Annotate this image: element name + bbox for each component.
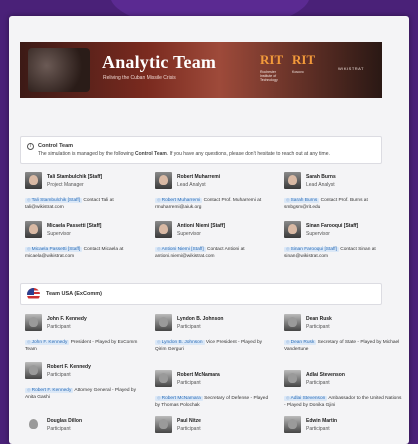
member-role: Participant — [177, 324, 201, 330]
member-description: Robert Muharremi Contact Prof. Muharremi… — [155, 196, 273, 211]
team-usa-card: Team USA (ExComm) — [20, 283, 382, 305]
avatar — [155, 314, 172, 331]
member-tag-link[interactable]: Robert McNamara — [155, 396, 203, 401]
member-tag-link[interactable]: John F. Kennedy — [25, 340, 70, 345]
avatar — [155, 172, 172, 189]
avatar — [155, 221, 172, 238]
member-description: Robert McNamara Secretary of Defense - P… — [155, 394, 273, 409]
member-name: Douglas Dillon — [47, 418, 82, 424]
avatar — [284, 416, 301, 433]
member-description: Sinan Farooqui [Staff] Contact Sinan at … — [284, 245, 402, 260]
member-description: Micaela Passetti [Staff] Contact Micaela… — [25, 245, 143, 260]
wikistrat-logo: WIKISTRAT — [338, 66, 364, 71]
us-flag-icon — [27, 288, 40, 301]
member-role: Lead Analyst — [306, 182, 335, 188]
control-team-title: Control Team — [38, 143, 74, 149]
member-role: Participant — [306, 324, 330, 330]
rit-kosovo-logo: RIT — [292, 52, 316, 67]
member-name: Sinan Farooqui [Staff] — [306, 223, 359, 229]
member-description: Sarah Burns Contact Prof. Burns at smbgs… — [284, 196, 402, 211]
member-tag-link[interactable]: Dean Rusk — [284, 340, 317, 345]
member-tag-link[interactable]: Robert F. Kennedy — [25, 388, 74, 393]
member-name: Paul Nitze — [177, 418, 201, 424]
banner-title: Analytic Team — [102, 52, 217, 72]
member-name: Adlai Stevenson — [306, 372, 345, 378]
avatar — [284, 221, 301, 238]
member-tag-link[interactable]: Sarah Burns — [284, 198, 320, 203]
team-banner: Analytic Team Reliving the Cuban Missile… — [20, 42, 382, 98]
rit-kosovo-caption: Kosovo — [292, 70, 304, 74]
avatar — [155, 416, 172, 433]
member-description: John F. Kennedy President - Played by Ex… — [25, 338, 143, 353]
avatar — [284, 172, 301, 189]
team-usa-title: Team USA (ExComm) — [46, 291, 102, 297]
avatar — [25, 314, 42, 331]
member-tag-link[interactable]: Robert Muharremi — [155, 198, 203, 203]
member-name: Sarah Burns — [306, 174, 336, 180]
avatar — [25, 362, 42, 379]
member-description: Lyndon B. Johnson Vice President - Playe… — [155, 338, 273, 353]
rit-logo: RIT — [260, 52, 284, 67]
member-tag-link[interactable]: Antioni Niemi [Staff] — [155, 247, 206, 252]
avatar — [25, 416, 42, 433]
member-role: Participant — [306, 380, 330, 386]
avatar — [25, 221, 42, 238]
member-role: Participant — [177, 380, 201, 386]
rit-logo-caption: Rochester Institute of Technology — [260, 70, 278, 82]
member-tag-link[interactable]: Micaela Passetti [Staff] — [25, 247, 83, 252]
member-role: Participant — [47, 426, 71, 432]
member-name: Robert McNamara — [177, 372, 220, 378]
page: Analytic Team Reliving the Cuban Missile… — [9, 16, 409, 444]
member-name: Lyndon B. Johnson — [177, 316, 224, 322]
member-name: Tali Stambulchik [Staff] — [47, 174, 103, 180]
member-name: Robert Muharremi — [177, 174, 221, 180]
member-role: Lead Analyst — [177, 182, 206, 188]
member-name: Robert F. Kennedy — [47, 364, 91, 370]
avatar — [284, 314, 301, 331]
member-tag-link[interactable]: Tali Stambulchik [Staff] — [25, 198, 83, 203]
member-description: Tali Stambulchik [Staff] Contact Tali at… — [25, 196, 143, 211]
member-role: Project Manager — [47, 182, 84, 188]
control-team-card: i Control Team The simulation is managed… — [20, 136, 382, 164]
member-name: Micaela Passetti [Staff] — [47, 223, 102, 229]
control-team-description: The simulation is managed by the followi… — [38, 151, 330, 157]
member-tag-link[interactable]: Sinan Farooqui [Staff] — [284, 247, 339, 252]
member-name: Dean Rusk — [306, 316, 332, 322]
member-role: Participant — [47, 324, 71, 330]
avatar — [284, 370, 301, 387]
member-role: Supervisor — [177, 231, 201, 237]
info-icon: i — [27, 143, 34, 150]
member-description: Antioni Niemi [Staff] Contact Antioni at… — [155, 245, 273, 260]
avatar — [25, 172, 42, 189]
banner-photo — [28, 48, 90, 92]
avatar — [155, 370, 172, 387]
member-tag-link[interactable]: Lyndon B. Johnson — [155, 340, 205, 345]
banner-subtitle: Reliving the Cuban Missile Crisis — [103, 75, 176, 81]
member-description: Adlai Stevenson Ambassador to the United… — [284, 394, 402, 409]
member-tag-link[interactable]: Adlai Stevenson — [284, 396, 328, 401]
member-name: Antioni Niemi [Staff] — [177, 223, 226, 229]
member-name: John F. Kennedy — [47, 316, 87, 322]
member-role: Participant — [47, 372, 71, 378]
member-role: Participant — [306, 426, 330, 432]
member-description: Dean Rusk Secretary of State - Played by… — [284, 338, 402, 353]
member-role: Participant — [177, 426, 201, 432]
member-name: Edwin Martin — [306, 418, 338, 424]
member-role: Supervisor — [306, 231, 330, 237]
member-role: Supervisor — [47, 231, 71, 237]
member-description: Robert F. Kennedy Attorney General - Pla… — [25, 386, 143, 401]
